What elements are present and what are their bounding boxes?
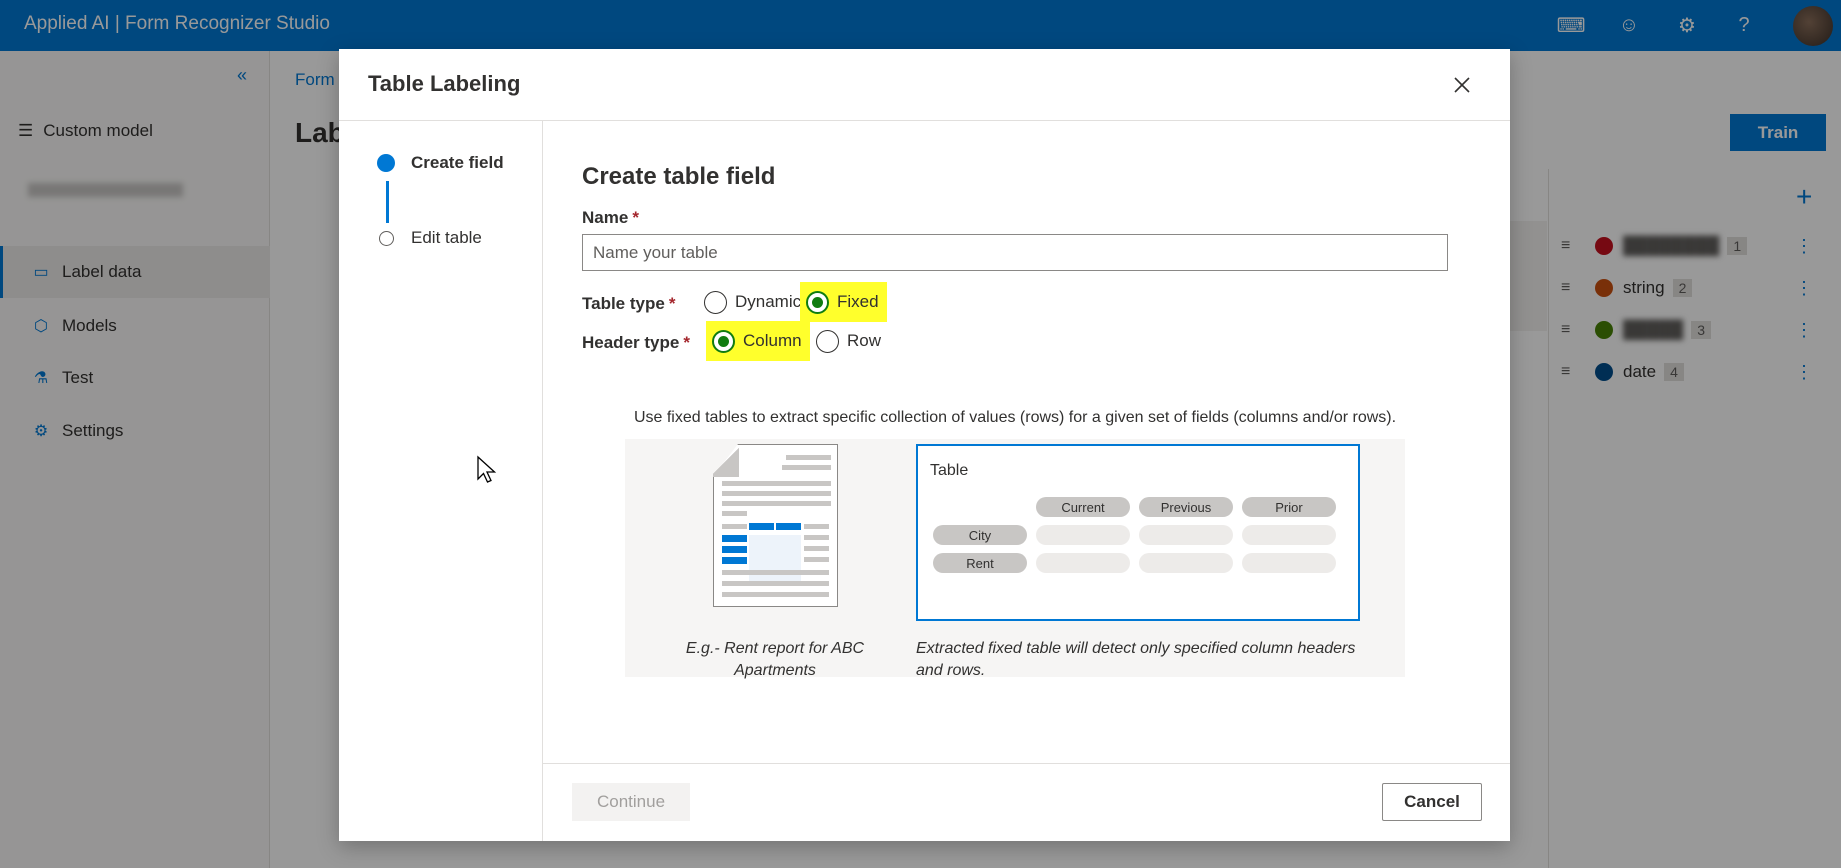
row-header-pill: City bbox=[933, 525, 1027, 545]
fixed-table-illustration: E.g.- Rent report for ABC Apartments Tab… bbox=[625, 439, 1405, 679]
step-label: Create field bbox=[411, 153, 504, 172]
radio-row[interactable]: Row bbox=[810, 321, 889, 361]
radio-label: Fixed bbox=[837, 292, 879, 311]
step-label: Edit table bbox=[411, 228, 482, 247]
step-create-field: Create field bbox=[377, 153, 504, 173]
radio-dynamic[interactable]: Dynamic bbox=[698, 282, 809, 322]
radio-column[interactable]: Column bbox=[706, 321, 810, 361]
table-caption: Extracted fixed table will detect only s… bbox=[916, 640, 1356, 679]
dialog-title: Table Labeling bbox=[368, 71, 521, 96]
radio-label: Column bbox=[743, 331, 802, 350]
table-preview-title: Table bbox=[930, 462, 969, 479]
header-type-label-text: Header type bbox=[582, 333, 680, 352]
step-active-dot bbox=[377, 154, 395, 172]
column-header-pill: Prior bbox=[1242, 497, 1336, 517]
step-connector bbox=[386, 181, 389, 223]
name-label-text: Name bbox=[582, 208, 629, 227]
name-field[interactable] bbox=[582, 234, 1448, 271]
step-edit-table: Edit table bbox=[377, 228, 482, 248]
empty-cell bbox=[1139, 553, 1233, 573]
table-type-label: Table type * bbox=[582, 294, 676, 313]
section-heading: Create table field bbox=[582, 163, 776, 190]
radio-circle bbox=[816, 329, 839, 353]
table-preview: Table Current Previous Prior City Rent bbox=[916, 444, 1360, 621]
column-header-pill: Current bbox=[1036, 497, 1130, 517]
doc-fold bbox=[713, 444, 739, 477]
radio-label: Row bbox=[847, 331, 882, 350]
radio-circle bbox=[806, 290, 829, 314]
header-type-label: Header type * bbox=[582, 333, 690, 352]
row-header-pill: Rent bbox=[933, 553, 1027, 573]
continue-button[interactable]: Continue bbox=[572, 783, 690, 821]
column-header-pill: Previous bbox=[1139, 497, 1233, 517]
table-type-label-text: Table type bbox=[582, 294, 665, 313]
empty-cell bbox=[1242, 553, 1336, 573]
radio-fixed[interactable]: Fixed bbox=[800, 282, 887, 322]
name-label: Name * bbox=[582, 208, 639, 227]
table-description: Use fixed tables to extract specific col… bbox=[633, 409, 1397, 426]
close-icon[interactable] bbox=[1452, 75, 1472, 95]
empty-cell bbox=[1036, 553, 1130, 573]
doc-caption: E.g.- Rent report for ABC Apartments bbox=[685, 640, 865, 679]
radio-circle bbox=[704, 290, 727, 314]
radio-circle bbox=[712, 329, 735, 353]
table-labeling-dialog: Table Labeling Create field Edit table C… bbox=[339, 49, 1510, 841]
mouse-cursor-icon bbox=[477, 455, 497, 483]
cancel-button[interactable]: Cancel bbox=[1382, 783, 1482, 821]
empty-cell bbox=[1139, 525, 1233, 545]
wizard-steps: Create field Edit table bbox=[339, 121, 543, 841]
dialog-footer: Continue Cancel bbox=[543, 763, 1510, 841]
step-inactive-dot bbox=[378, 230, 394, 246]
dialog-header: Table Labeling bbox=[339, 49, 1510, 121]
empty-cell bbox=[1242, 525, 1336, 545]
radio-label: Dynamic bbox=[735, 292, 802, 311]
empty-cell bbox=[1036, 525, 1130, 545]
